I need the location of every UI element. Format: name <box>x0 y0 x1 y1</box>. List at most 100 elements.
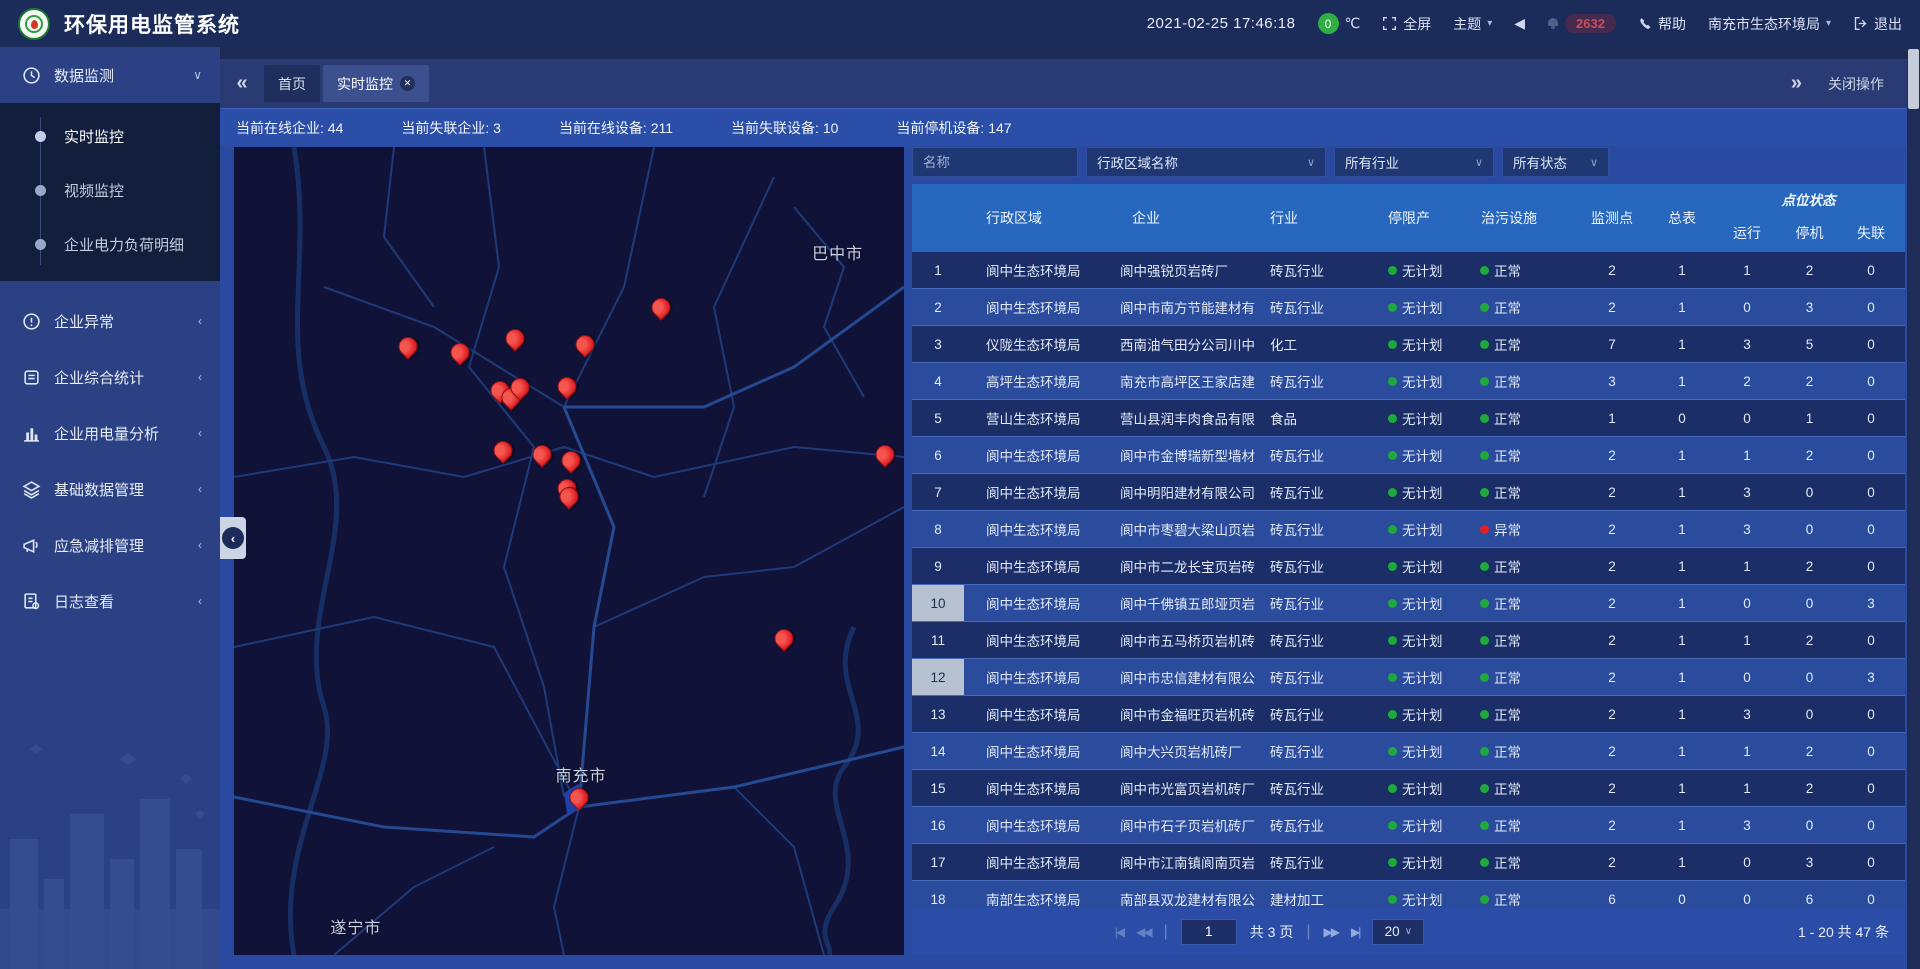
sidebar-item-enterprise-statistics[interactable]: 企业综合统计 ‹ <box>0 349 220 405</box>
cell-run-count: 3 <box>1712 707 1782 722</box>
page-size-select[interactable]: 20 ∨ <box>1372 919 1424 945</box>
row-index: 17 <box>912 844 964 880</box>
cell-industry: 砖瓦行业 <box>1264 704 1380 724</box>
cell-facility-status: 正常 <box>1472 408 1572 428</box>
sidebar-item-power-analysis[interactable]: 企业用电量分析 ‹ <box>0 405 220 461</box>
last-page-button[interactable]: ▶| <box>1351 925 1359 939</box>
region-filter-select[interactable]: 行政区域名称 ∨ <box>1086 147 1326 177</box>
table-row[interactable]: 5 营山生态环境局 营山县润丰肉食品有限 食品 无计划 正常 <box>912 400 1905 436</box>
next-page-button[interactable]: ▶▶ <box>1324 925 1338 939</box>
cell-company: 阆中市枣碧大梁山页岩 <box>1112 519 1264 539</box>
cell-total-meter: 1 <box>1652 596 1712 611</box>
sidebar-item-base-data[interactable]: 基础数据管理 ‹ <box>0 461 220 517</box>
table-row[interactable]: 11 阆中生态环境局 阆中市五马桥页岩机砖 砖瓦行业 无计划 正常 <box>912 622 1905 658</box>
table-row[interactable]: 8 阆中生态环境局 阆中市枣碧大梁山页岩 砖瓦行业 无计划 异常 <box>912 511 1905 547</box>
table-row[interactable]: 9 阆中生态环境局 阆中市二龙长宝页岩砖 砖瓦行业 无计划 正常 <box>912 548 1905 584</box>
status-dot-icon <box>1388 747 1397 756</box>
prev-page-button[interactable]: ◀◀ <box>1136 925 1150 939</box>
cell-monitor-count: 7 <box>1572 337 1652 352</box>
tab-home[interactable]: 首页 <box>264 65 320 102</box>
cell-company: 阆中千佛镇五郎垭页岩 <box>1112 593 1264 613</box>
cell-facility-status: 正常 <box>1472 630 1572 650</box>
row-index: 15 <box>912 770 964 806</box>
cell-industry: 食品 <box>1264 408 1380 428</box>
chevron-down-icon: ▾ <box>1487 18 1492 29</box>
cell-stop-count: 2 <box>1782 263 1837 278</box>
cell-region: 南部生态环境局 <box>964 889 1112 907</box>
tab-bar: « 首页 实时监控 ✕ » 关闭操作 <box>220 47 1920 108</box>
stats-badge-icon <box>22 368 41 387</box>
table-row[interactable]: 2 阆中生态环境局 阆中市南方节能建材有 砖瓦行业 无计划 正常 <box>912 289 1905 325</box>
sidebar-item-enterprise-abnormal[interactable]: 企业异常 ‹ <box>0 293 220 349</box>
map-panel[interactable]: 巴中市 南充市 遂宁市 <box>234 147 904 955</box>
cell-limit-status: 无计划 <box>1380 371 1472 391</box>
table-row[interactable]: 15 阆中生态环境局 阆中市光富页岩机砖厂 砖瓦行业 无计划 正常 <box>912 770 1905 806</box>
bullet-dot-icon <box>35 131 46 142</box>
speaker-icon[interactable]: ◀ <box>1514 15 1525 32</box>
table-row[interactable]: 1 阆中生态环境局 阆中强锐页岩砖厂 砖瓦行业 无计划 正常 <box>912 252 1905 288</box>
close-operations-button[interactable]: 关闭操作 <box>1828 74 1884 94</box>
help-button[interactable]: 帮助 <box>1638 14 1686 34</box>
page-scrollbar-thumb[interactable] <box>1908 49 1919 109</box>
cell-lost-count: 0 <box>1837 300 1905 315</box>
status-dot-icon <box>1480 821 1489 830</box>
column-header-industry: 行业 <box>1264 208 1380 228</box>
table-row[interactable]: 14 阆中生态环境局 阆中大兴页岩机砖厂 砖瓦行业 无计划 正常 <box>912 733 1905 769</box>
first-page-button[interactable]: |◀ <box>1115 925 1123 939</box>
chevron-down-icon: ∨ <box>1590 156 1598 169</box>
page-scrollbar[interactable] <box>1907 47 1920 969</box>
cell-limit-status: 无计划 <box>1380 704 1472 724</box>
cell-industry: 砖瓦行业 <box>1264 445 1380 465</box>
table-row[interactable]: 18 南部生态环境局 南部县双龙建材有限公 建材加工 无计划 正常 <box>912 881 1905 907</box>
table-row[interactable]: 4 高坪生态环境局 南充市高坪区王家店建 砖瓦行业 无计划 正常 <box>912 363 1905 399</box>
sidebar-item-video-monitor[interactable]: 视频监控 <box>0 163 220 217</box>
page-number-input[interactable] <box>1181 919 1237 945</box>
status-stat: 当前失联企业: 3 <box>401 118 501 138</box>
cell-total-meter: 1 <box>1652 559 1712 574</box>
table-row[interactable]: 12 阆中生态环境局 阆中市忠信建材有限公 砖瓦行业 无计划 正常 <box>912 659 1905 695</box>
table-row[interactable]: 7 阆中生态环境局 阆中明阳建材有限公司 砖瓦行业 无计划 正常 <box>912 474 1905 510</box>
theme-dropdown[interactable]: 主题 ▾ <box>1453 14 1492 34</box>
table-row[interactable]: 3 仪陇生态环境局 西南油气田分公司川中 化工 无计划 正常 <box>912 326 1905 362</box>
sidebar-item-emergency-reduction[interactable]: 应急减排管理 ‹ <box>0 517 220 573</box>
total-pages-label: 共 3 页 <box>1250 922 1294 942</box>
table-row[interactable]: 10 阆中生态环境局 阆中千佛镇五郎垭页岩 砖瓦行业 无计划 正常 <box>912 585 1905 621</box>
sidebar-item-power-load-detail[interactable]: 企业电力负荷明细 <box>0 217 220 271</box>
chevron-down-icon: ∨ <box>1405 926 1412 937</box>
cell-stop-count: 0 <box>1782 522 1837 537</box>
sidebar-item-log-view[interactable]: 日志查看 ‹ <box>0 573 220 629</box>
cell-facility-status: 正常 <box>1472 815 1572 835</box>
org-dropdown[interactable]: 南充市生态环境局 ▾ <box>1708 14 1831 34</box>
cell-industry: 砖瓦行业 <box>1264 519 1380 539</box>
sidebar-collapse-button[interactable]: ‹ <box>220 517 246 559</box>
cell-company: 西南油气田分公司川中 <box>1112 334 1264 354</box>
tab-realtime-monitor[interactable]: 实时监控 ✕ <box>323 65 429 102</box>
temperature-unit: ℃ <box>1345 15 1361 32</box>
notifications-button[interactable]: 2632 <box>1547 14 1616 33</box>
pagination-range-label: 1 - 20 共 47 条 <box>1798 922 1889 942</box>
cell-company: 阆中市金博瑞新型墙材 <box>1112 445 1264 465</box>
name-filter-input[interactable] <box>912 147 1078 177</box>
column-header-stop: 停机 <box>1782 223 1837 243</box>
sidebar-item-realtime-monitor[interactable]: 实时监控 <box>0 109 220 163</box>
tabs-scroll-right-button[interactable]: » <box>1791 72 1802 95</box>
tabs-scroll-left-button[interactable]: « <box>220 72 264 95</box>
cell-facility-status: 正常 <box>1472 556 1572 576</box>
logout-button[interactable]: 退出 <box>1853 14 1902 34</box>
status-dot-icon <box>1388 414 1397 423</box>
column-header-run: 运行 <box>1712 223 1782 243</box>
table-row[interactable]: 17 阆中生态环境局 阆中市江南镇阆南页岩 砖瓦行业 无计划 正常 <box>912 844 1905 880</box>
table-row[interactable]: 16 阆中生态环境局 阆中市石子页岩机砖厂 砖瓦行业 无计划 正常 <box>912 807 1905 843</box>
table-row[interactable]: 6 阆中生态环境局 阆中市金博瑞新型墙材 砖瓦行业 无计划 正常 <box>912 437 1905 473</box>
cell-limit-status: 无计划 <box>1380 852 1472 872</box>
cell-facility-status: 正常 <box>1472 852 1572 872</box>
status-stat: 当前在线企业: 44 <box>236 118 343 138</box>
status-filter-select[interactable]: 所有状态 ∨ <box>1502 147 1609 177</box>
close-icon[interactable]: ✕ <box>400 76 415 91</box>
sidebar-item-data-monitoring[interactable]: 数据监测 ∨ <box>0 47 220 103</box>
column-header-facility: 治污设施 <box>1472 208 1572 228</box>
table-row[interactable]: 13 阆中生态环境局 阆中市金福旺页岩机砖 砖瓦行业 无计划 正常 <box>912 696 1905 732</box>
industry-filter-select[interactable]: 所有行业 ∨ <box>1334 147 1494 177</box>
cell-region: 阆中生态环境局 <box>964 482 1112 502</box>
fullscreen-button[interactable]: 全屏 <box>1382 14 1431 34</box>
